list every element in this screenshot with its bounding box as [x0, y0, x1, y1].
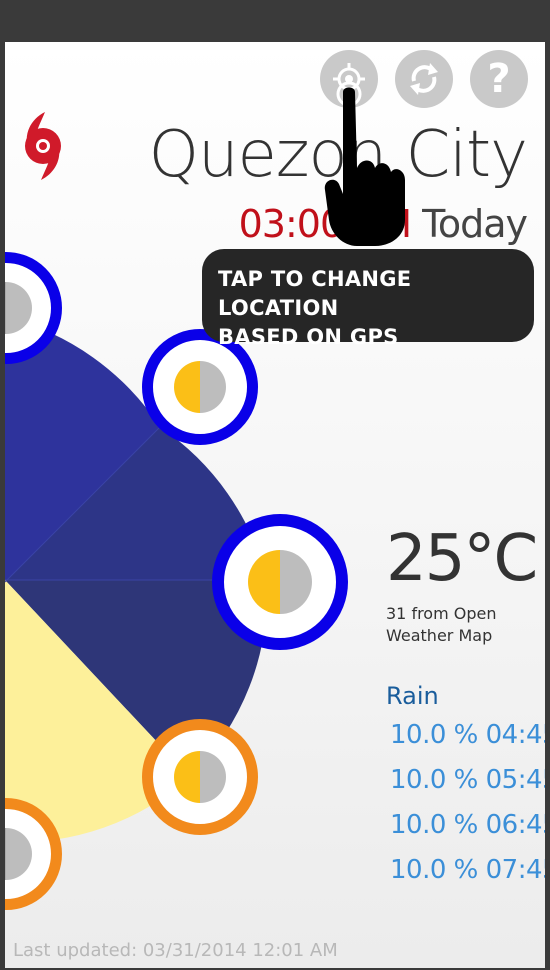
- status-bar: [0, 0, 550, 42]
- rain-label: Rain: [386, 682, 439, 710]
- source-line-1: 31 from Open: [386, 604, 497, 623]
- rain-chance: 10.0 %: [390, 765, 478, 795]
- rain-row: 10.0 % 05:45: [390, 765, 545, 795]
- rain-row: 10.0 % 04:45: [390, 720, 545, 750]
- rain-chance: 10.0 %: [390, 855, 478, 885]
- rain-time: 06:45: [485, 810, 545, 840]
- rain-time: 05:45: [485, 765, 545, 795]
- tap-hand-icon: [324, 81, 405, 246]
- rain-chance: 10.0 %: [390, 810, 478, 840]
- tooltip-line-1: TAP TO CHANGE LOCATION: [218, 267, 412, 320]
- hour-node-day-1[interactable]: [142, 719, 258, 835]
- gps-tooltip: TAP TO CHANGE LOCATION BASED ON GPS: [202, 249, 534, 349]
- last-updated: Last updated: 03/31/2014 12:01 AM: [13, 940, 338, 961]
- temperature-value: 25°C: [386, 522, 538, 596]
- rain-row: 10.0 % 07:45: [390, 855, 545, 885]
- rain-time: 04:45: [485, 720, 545, 750]
- tooltip-line-2: BASED ON GPS: [218, 325, 399, 349]
- app-screen: ? Quezon City 03:00 AM Today TAP TO CHAN…: [5, 42, 545, 968]
- rain-row: 10.0 % 06:45: [390, 810, 545, 840]
- weather-source: 31 from Open Weather Map: [386, 603, 536, 647]
- rain-chance: 10.0 %: [390, 720, 478, 750]
- hour-node-current[interactable]: [212, 514, 348, 650]
- source-line-2: Weather Map: [386, 626, 493, 645]
- rain-time: 07:45: [485, 855, 545, 885]
